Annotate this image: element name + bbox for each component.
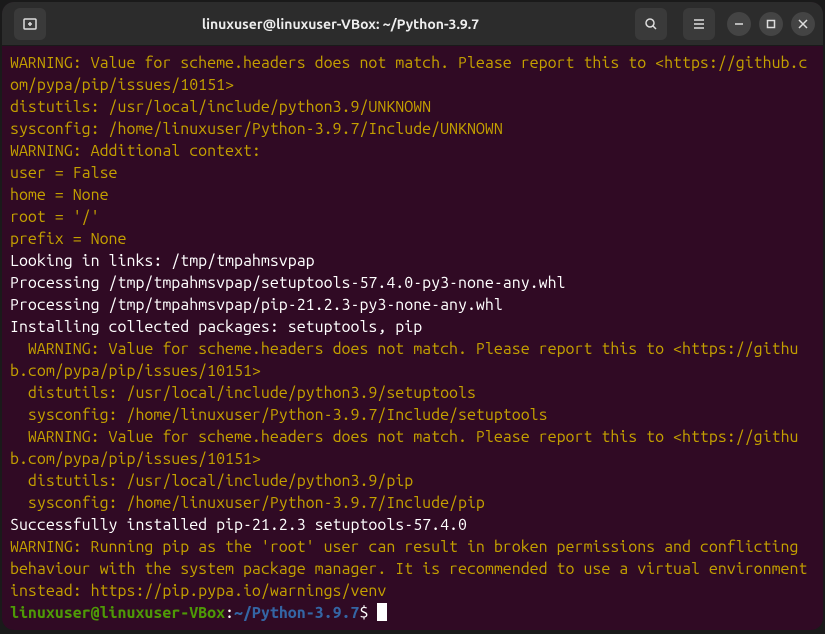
output-line: prefix = None	[10, 230, 126, 248]
hamburger-icon	[691, 16, 707, 32]
search-button[interactable]	[635, 8, 667, 40]
terminal-window: linuxuser@linuxuser-VBox: ~/Python-3.9.7…	[2, 2, 823, 630]
output-line: distutils: /usr/local/include/python3.9/…	[10, 472, 413, 490]
close-icon	[798, 19, 808, 29]
output-line: Processing /tmp/tmpahmsvpap/setuptools-5…	[10, 274, 566, 292]
menu-button[interactable]	[683, 8, 715, 40]
output-line: Looking in links: /tmp/tmpahmsvpap	[10, 252, 315, 270]
output-line: distutils: /usr/local/include/python3.9/…	[10, 98, 431, 116]
titlebar: linuxuser@linuxuser-VBox: ~/Python-3.9.7	[2, 2, 823, 46]
output-line: root = '/'	[10, 208, 100, 226]
prompt-colon: :	[225, 604, 234, 622]
output-line: Installing collected packages: setuptool…	[10, 318, 422, 336]
output-line: sysconfig: /home/linuxuser/Python-3.9.7/…	[10, 120, 503, 138]
output-line: sysconfig: /home/linuxuser/Python-3.9.7/…	[10, 494, 485, 512]
maximize-icon	[766, 19, 776, 29]
prompt-user-host: linuxuser@linuxuser-VBox	[10, 604, 225, 622]
new-tab-icon	[22, 16, 38, 32]
close-button[interactable]	[791, 12, 815, 36]
prompt-path: ~/Python-3.9.7	[234, 604, 359, 622]
terminal-output[interactable]: WARNING: Value for scheme.headers does n…	[2, 46, 823, 630]
output-line: distutils: /usr/local/include/python3.9/…	[10, 384, 476, 402]
output-line: WARNING: Value for scheme.headers does n…	[10, 428, 798, 468]
output-line: user = False	[10, 164, 118, 182]
output-line: WARNING: Value for scheme.headers does n…	[10, 54, 807, 94]
output-line: sysconfig: /home/linuxuser/Python-3.9.7/…	[10, 406, 548, 424]
window-title: linuxuser@linuxuser-VBox: ~/Python-3.9.7	[50, 16, 631, 32]
prompt-dollar: $	[359, 604, 377, 622]
output-line: WARNING: Additional context:	[10, 142, 261, 160]
output-line: Processing /tmp/tmpahmsvpap/pip-21.2.3-p…	[10, 296, 503, 314]
output-line: WARNING: Value for scheme.headers does n…	[10, 340, 798, 380]
output-line: home = None	[10, 186, 109, 204]
maximize-button[interactable]	[759, 12, 783, 36]
minimize-icon	[734, 19, 744, 29]
output-line: Successfully installed pip-21.2.3 setupt…	[10, 516, 467, 534]
minimize-button[interactable]	[727, 12, 751, 36]
output-line: WARNING: Running pip as the 'root' user …	[10, 538, 816, 600]
new-tab-button[interactable]	[14, 8, 46, 40]
search-icon	[643, 16, 659, 32]
cursor	[377, 603, 387, 621]
